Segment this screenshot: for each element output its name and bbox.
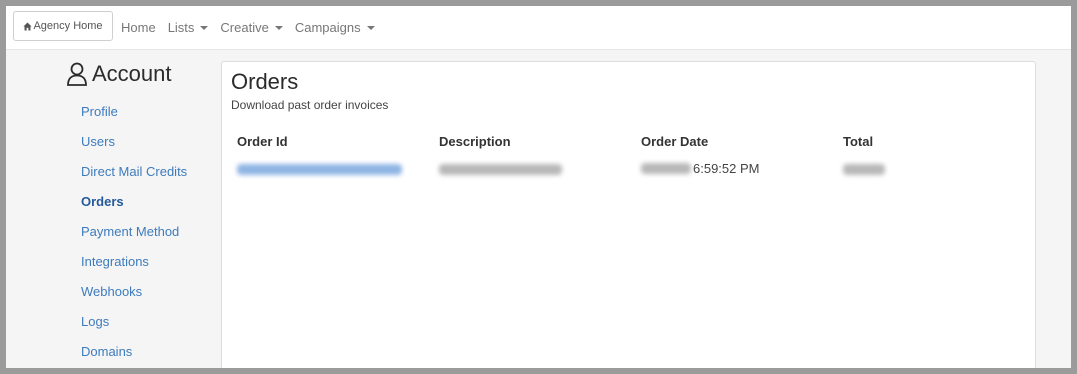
nav-creative-dropdown[interactable]: Creative bbox=[220, 20, 283, 35]
redacted-order-id bbox=[237, 164, 402, 176]
sidebar-item-payment-method[interactable]: Payment Method bbox=[81, 224, 179, 239]
nav-campaigns-label: Campaigns bbox=[294, 20, 361, 35]
column-header-total: Total bbox=[843, 134, 874, 149]
nav-home[interactable]: Home bbox=[121, 20, 156, 35]
agency-home-button[interactable]: Agency Home bbox=[13, 11, 113, 41]
account-title: Account bbox=[92, 61, 172, 86]
caret-down-icon bbox=[200, 25, 209, 30]
sidebar-item-domains[interactable]: Domains bbox=[81, 344, 132, 359]
nav-home-label: Home bbox=[121, 20, 156, 35]
top-navbar: Agency Home Home Lists Creative Campaign… bbox=[6, 6, 1071, 50]
page-title: Orders bbox=[231, 69, 299, 94]
nav-campaigns-dropdown[interactable]: Campaigns bbox=[295, 20, 375, 35]
orders-panel: Orders Download past order invoices Orde… bbox=[221, 61, 1036, 368]
nav-lists-label: Lists bbox=[167, 20, 195, 35]
caret-down-icon bbox=[366, 25, 375, 30]
column-header-description: Description bbox=[439, 134, 511, 149]
account-sidebar: Account Profile Users Direct Mail Credit… bbox=[6, 49, 211, 368]
order-total-cell bbox=[843, 161, 885, 176]
order-time: 6:59:52 PM bbox=[693, 161, 760, 176]
agency-home-label: Agency Home bbox=[33, 20, 103, 32]
home-icon bbox=[23, 21, 33, 31]
order-date-cell: 6:59:52 PM bbox=[641, 161, 760, 176]
user-icon bbox=[67, 62, 87, 86]
sidebar-item-profile[interactable]: Profile bbox=[81, 104, 118, 119]
nav-lists-dropdown[interactable]: Lists bbox=[168, 20, 209, 35]
sidebar-item-direct-mail-credits[interactable]: Direct Mail Credits bbox=[81, 164, 187, 179]
sidebar-item-integrations[interactable]: Integrations bbox=[81, 254, 149, 269]
app-frame: Agency Home Home Lists Creative Campaign… bbox=[6, 6, 1071, 368]
order-id-link[interactable] bbox=[237, 161, 402, 176]
main-nav: Home Lists Creative Campaigns bbox=[121, 6, 375, 49]
nav-creative-label: Creative bbox=[220, 20, 269, 35]
sidebar-item-webhooks[interactable]: Webhooks bbox=[81, 284, 142, 299]
redacted-date bbox=[641, 163, 691, 174]
caret-down-icon bbox=[274, 25, 283, 30]
redacted-total bbox=[843, 164, 885, 176]
column-header-order-id: Order Id bbox=[237, 134, 288, 149]
account-heading: Account bbox=[66, 61, 172, 87]
sidebar-item-logs[interactable]: Logs bbox=[81, 314, 109, 329]
sidebar-item-users[interactable]: Users bbox=[81, 134, 115, 149]
sidebar-item-orders[interactable]: Orders bbox=[81, 194, 124, 209]
column-header-order-date: Order Date bbox=[641, 134, 709, 149]
page-subtitle: Download past order invoices bbox=[231, 98, 389, 112]
redacted-description bbox=[439, 164, 562, 176]
order-description-cell bbox=[439, 161, 562, 176]
